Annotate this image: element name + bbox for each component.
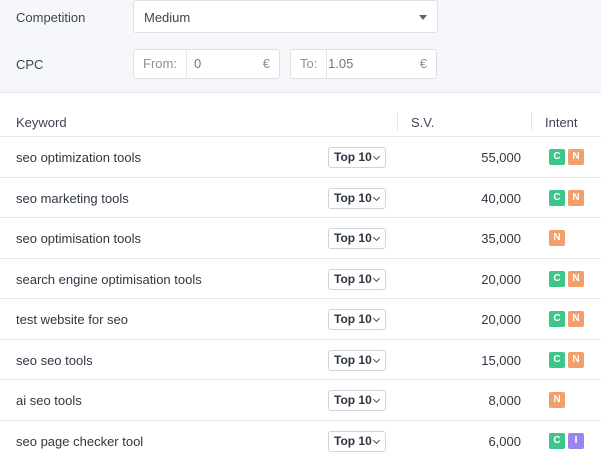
search-volume-cell: 20,000 [481, 271, 521, 287]
chevron-down-icon [372, 193, 381, 201]
position-dropdown-label: Top 10 [334, 312, 372, 326]
table-header: Keyword S.V. Intent [0, 103, 601, 137]
table-row[interactable]: seo optimisation tools Top 10 35,000 N [0, 218, 601, 259]
search-volume-cell: 35,000 [481, 231, 521, 246]
search-volume-cell: 15,000 [481, 352, 521, 368]
position-dropdown-label: Top 10 [334, 190, 372, 205]
search-volume-cell: 20,000 [481, 312, 521, 327]
table-row[interactable]: seo page checker tool Top 10 6,000 C I [0, 421, 601, 462]
cpc-to-input[interactable] [328, 50, 388, 78]
position-dropdown-label: Top 10 [334, 150, 372, 164]
column-header-sv[interactable]: S.V. [411, 115, 434, 130]
keyword-cell[interactable]: seo marketing tools [16, 191, 129, 206]
euro-icon: € [262, 56, 270, 71]
keyword-cell[interactable]: seo page checker tool [16, 434, 143, 449]
table-row[interactable]: search engine optimisation tools Top 10 20… [0, 259, 601, 299]
position-dropdown-label: Top 10 [334, 271, 372, 286]
cpc-label: CPC [16, 57, 44, 72]
table-row[interactable]: seo marketing tools Top 10 40,000 C N [0, 178, 601, 218]
position-dropdown-label: Top 10 [334, 433, 372, 448]
chevron-down-icon [372, 152, 381, 161]
intent-badges: CN [549, 311, 584, 327]
cpc-from-prefix: From: [134, 50, 187, 78]
keyword-cell[interactable]: seo seo tools [16, 353, 93, 368]
column-divider [397, 112, 398, 130]
cpc-from-field[interactable]: From: € [133, 49, 280, 79]
position-dropdown-label: Top 10 [334, 352, 372, 367]
intent-badge: C [549, 270, 565, 287]
table-row[interactable]: test website for seo Top 10 20,000 C N [0, 299, 601, 340]
intent-badge: I [568, 432, 584, 449]
intent-badge: N [568, 351, 584, 368]
chevron-down-icon [372, 233, 381, 242]
chevron-down-icon [372, 274, 381, 282]
intent-badges: N [549, 392, 565, 408]
column-header-intent[interactable]: Intent [545, 115, 578, 130]
intent-badges: CN [549, 189, 584, 206]
cpc-to-prefix: To: [291, 50, 328, 78]
intent-badges: N [549, 230, 565, 246]
competition-select[interactable]: Medium [133, 0, 438, 33]
intent-badges: CI [549, 432, 584, 449]
position-dropdown[interactable]: Top 10 [328, 309, 386, 330]
table-row[interactable]: seo seo tools Top 10 15,000 C N [0, 340, 601, 380]
keyword-cell[interactable]: test website for seo [16, 312, 128, 327]
keywords-table: Keyword S.V. Intent seo optimization too… [0, 103, 601, 461]
position-dropdown[interactable]: Top 10 [328, 187, 386, 209]
column-header-keyword[interactable]: Keyword [16, 115, 67, 130]
intent-badge: N [568, 270, 584, 287]
position-dropdown-label: Top 10 [334, 231, 372, 245]
intent-badge: N [549, 392, 565, 408]
intent-badge: C [549, 432, 565, 449]
position-dropdown[interactable]: Top 10 [328, 349, 386, 371]
intent-badge: N [549, 230, 565, 246]
search-volume-cell: 55,000 [481, 150, 521, 165]
chevron-down-icon [372, 436, 381, 444]
column-divider [531, 112, 532, 130]
position-dropdown[interactable]: Top 10 [328, 228, 386, 249]
competition-select-value: Medium [144, 10, 191, 25]
keyword-cell[interactable]: seo optimisation tools [16, 231, 141, 246]
search-volume-cell: 8,000 [488, 393, 521, 408]
intent-badge: C [549, 351, 565, 368]
search-volume-cell: 40,000 [481, 190, 521, 206]
intent-badges: CN [549, 149, 584, 165]
intent-badge: N [568, 149, 584, 165]
position-dropdown[interactable]: Top 10 [328, 147, 386, 168]
table-row[interactable]: seo optimization tools Top 10 55,000 C N [0, 137, 601, 178]
chevron-down-icon [372, 314, 381, 323]
position-dropdown[interactable]: Top 10 [328, 390, 386, 411]
intent-badge: C [549, 311, 565, 327]
position-dropdown[interactable]: Top 10 [328, 430, 386, 452]
table-body: seo optimization tools Top 10 55,000 C Nseo … [0, 137, 601, 461]
intent-badge: N [568, 311, 584, 327]
cpc-to-field[interactable]: To: € [290, 49, 437, 79]
intent-badges: CN [549, 351, 584, 368]
chevron-down-icon [372, 395, 381, 404]
intent-badge: N [568, 189, 584, 206]
competition-label: Competition [16, 10, 86, 25]
filter-panel: Competition Medium CPC From: € To: € [0, 0, 601, 93]
intent-badge: C [549, 189, 565, 206]
intent-badges: CN [549, 270, 584, 287]
keyword-cell[interactable]: seo optimization tools [16, 150, 141, 165]
euro-icon: € [419, 56, 427, 71]
table-row[interactable]: ai seo tools Top 10 8,000 N [0, 380, 601, 421]
cpc-from-input[interactable] [194, 50, 254, 78]
search-volume-cell: 6,000 [488, 433, 521, 449]
keyword-cell[interactable]: ai seo tools [16, 393, 82, 408]
intent-badge: C [549, 149, 565, 165]
caret-down-icon [419, 15, 427, 20]
position-dropdown[interactable]: Top 10 [328, 268, 386, 290]
position-dropdown-label: Top 10 [334, 393, 372, 407]
keyword-cell[interactable]: search engine optimisation tools [16, 272, 202, 287]
chevron-down-icon [372, 355, 381, 363]
